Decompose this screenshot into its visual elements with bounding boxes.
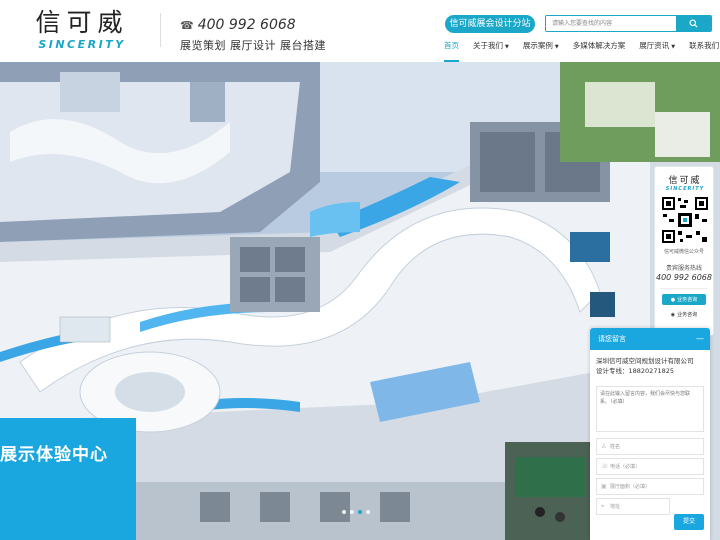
nav-item-contact[interactable]: 联系我们 [682,40,720,62]
logo-en-text: SINCERITY [38,38,126,51]
carousel-dot[interactable] [350,510,354,514]
nav-item-home[interactable]: 首页 [437,40,466,62]
qr-divider [660,288,708,289]
side-qr-panel: 信可威 SINCERITY 信可威微信公众号 贵宾服务热线 400 992 60… [654,166,714,336]
qr-caption: 信可威微信公众号 [663,249,704,255]
qq-icon: ◉ [670,311,676,318]
nav-label: 多媒体解决方案 [572,41,626,50]
hotline-number: 400 992 6068 [197,17,296,33]
message-company-info: 深圳信可威空间规划设计有限公司 设计专线：18820271825 [596,356,706,376]
submit-button[interactable]: 提交 [674,514,704,530]
header-slogan: 展览策划 展厅设计 展台搭建 [180,39,326,52]
design-line: 设计专线：18820271825 [596,367,674,375]
message-header[interactable]: 请您留言 — [590,328,710,350]
area-field[interactable]: ▣ 展厅面积（必填） [596,478,704,495]
phone-placeholder: 电话（必填） [610,464,641,470]
nav-item-cases[interactable]: 展示案例 ▼ [516,40,566,62]
qr-hotline-number: 400 992 6068 [656,273,712,282]
qr-logo-en: SINCERITY [665,186,705,192]
nav-item-news[interactable]: 展厅资讯 ▼ [632,40,682,62]
message-content-input[interactable] [596,386,704,432]
logo-cn-text: 信可威 [35,8,129,37]
name-placeholder: 姓名 [610,444,621,450]
company-name: 深圳信可威空间规划设计有限公司 [596,357,694,365]
chevron-down-icon: ▼ [554,44,559,50]
qr-code-icon [660,195,710,245]
name-field[interactable]: ♙ 姓名 [596,438,704,455]
carousel-dots [342,510,370,514]
qr-panel-logo: 信可威 SINCERITY [659,173,711,192]
qr-hotline-label: 贵宾服务热线 [665,265,702,272]
header-divider [160,13,161,47]
user-icon: ♙ [601,443,607,450]
carousel-dot[interactable] [366,510,370,514]
message-panel: 请您留言 — 深圳信可威空间规划设计有限公司 设计专线：18820271825 … [590,328,710,540]
service-consult-button[interactable]: ● 业务咨询 [662,294,706,305]
search-input[interactable] [546,16,677,31]
address-field[interactable]: ⌖ 地址 [596,498,670,515]
search-icon [689,19,698,28]
nav-label: 联系我们 [689,41,720,50]
location-icon: ⌖ [601,502,605,510]
chevron-down-icon: ▼ [505,44,509,50]
message-title: 请您留言 [598,335,626,343]
area-placeholder: 展厅面积（必填） [610,484,651,490]
banner-caption-text: 展示体验中心 [0,445,108,465]
phone-icon: ☏ [601,463,609,470]
carousel-dot[interactable] [342,510,346,514]
qr-logo-cn: 信可威 [668,176,702,186]
phone-field[interactable]: ☏ 电话（必填） [596,458,704,475]
area-icon: ▣ [601,483,607,490]
nav-item-multimedia[interactable]: 多媒体解决方案 [566,40,633,62]
site-logo[interactable]: 信可威 SINCERITY [26,8,138,56]
nav-label: 展示案例 [522,41,553,50]
minimize-icon[interactable]: — [696,328,704,350]
address-placeholder: 地址 [610,504,621,510]
nav-item-about[interactable]: 关于我们 ▼ [466,40,516,62]
chevron-down-icon: ▼ [671,44,676,50]
site-header: 信可威 SINCERITY ☎ 400 992 6068 展览策划 展厅设计 展台… [0,0,720,62]
search-bar [545,15,712,32]
chat-icon: ● [670,296,676,303]
search-button[interactable] [676,16,711,31]
nav-label: 关于我们 [473,41,503,50]
main-nav: 首页 关于我们 ▼ 展示案例 ▼ 多媒体解决方案 展厅资讯 ▼ 联系我们 [437,40,720,62]
nav-label: 首页 [444,41,459,50]
subsite-button[interactable]: 信可威展会设计分站 [445,15,535,33]
carousel-dot-active[interactable] [358,510,362,514]
banner-caption: 展示体验中心 [0,418,136,540]
header-hotline: ☎ 400 992 6068 [180,17,296,33]
service-label: 业务咨询 [677,312,698,318]
nav-label: 展厅资讯 [639,41,670,50]
service-label: 业务咨询 [677,297,698,303]
phone-icon: ☎ [180,19,194,32]
service-consult-qq-button[interactable]: ◉ 业务咨询 [662,309,706,320]
